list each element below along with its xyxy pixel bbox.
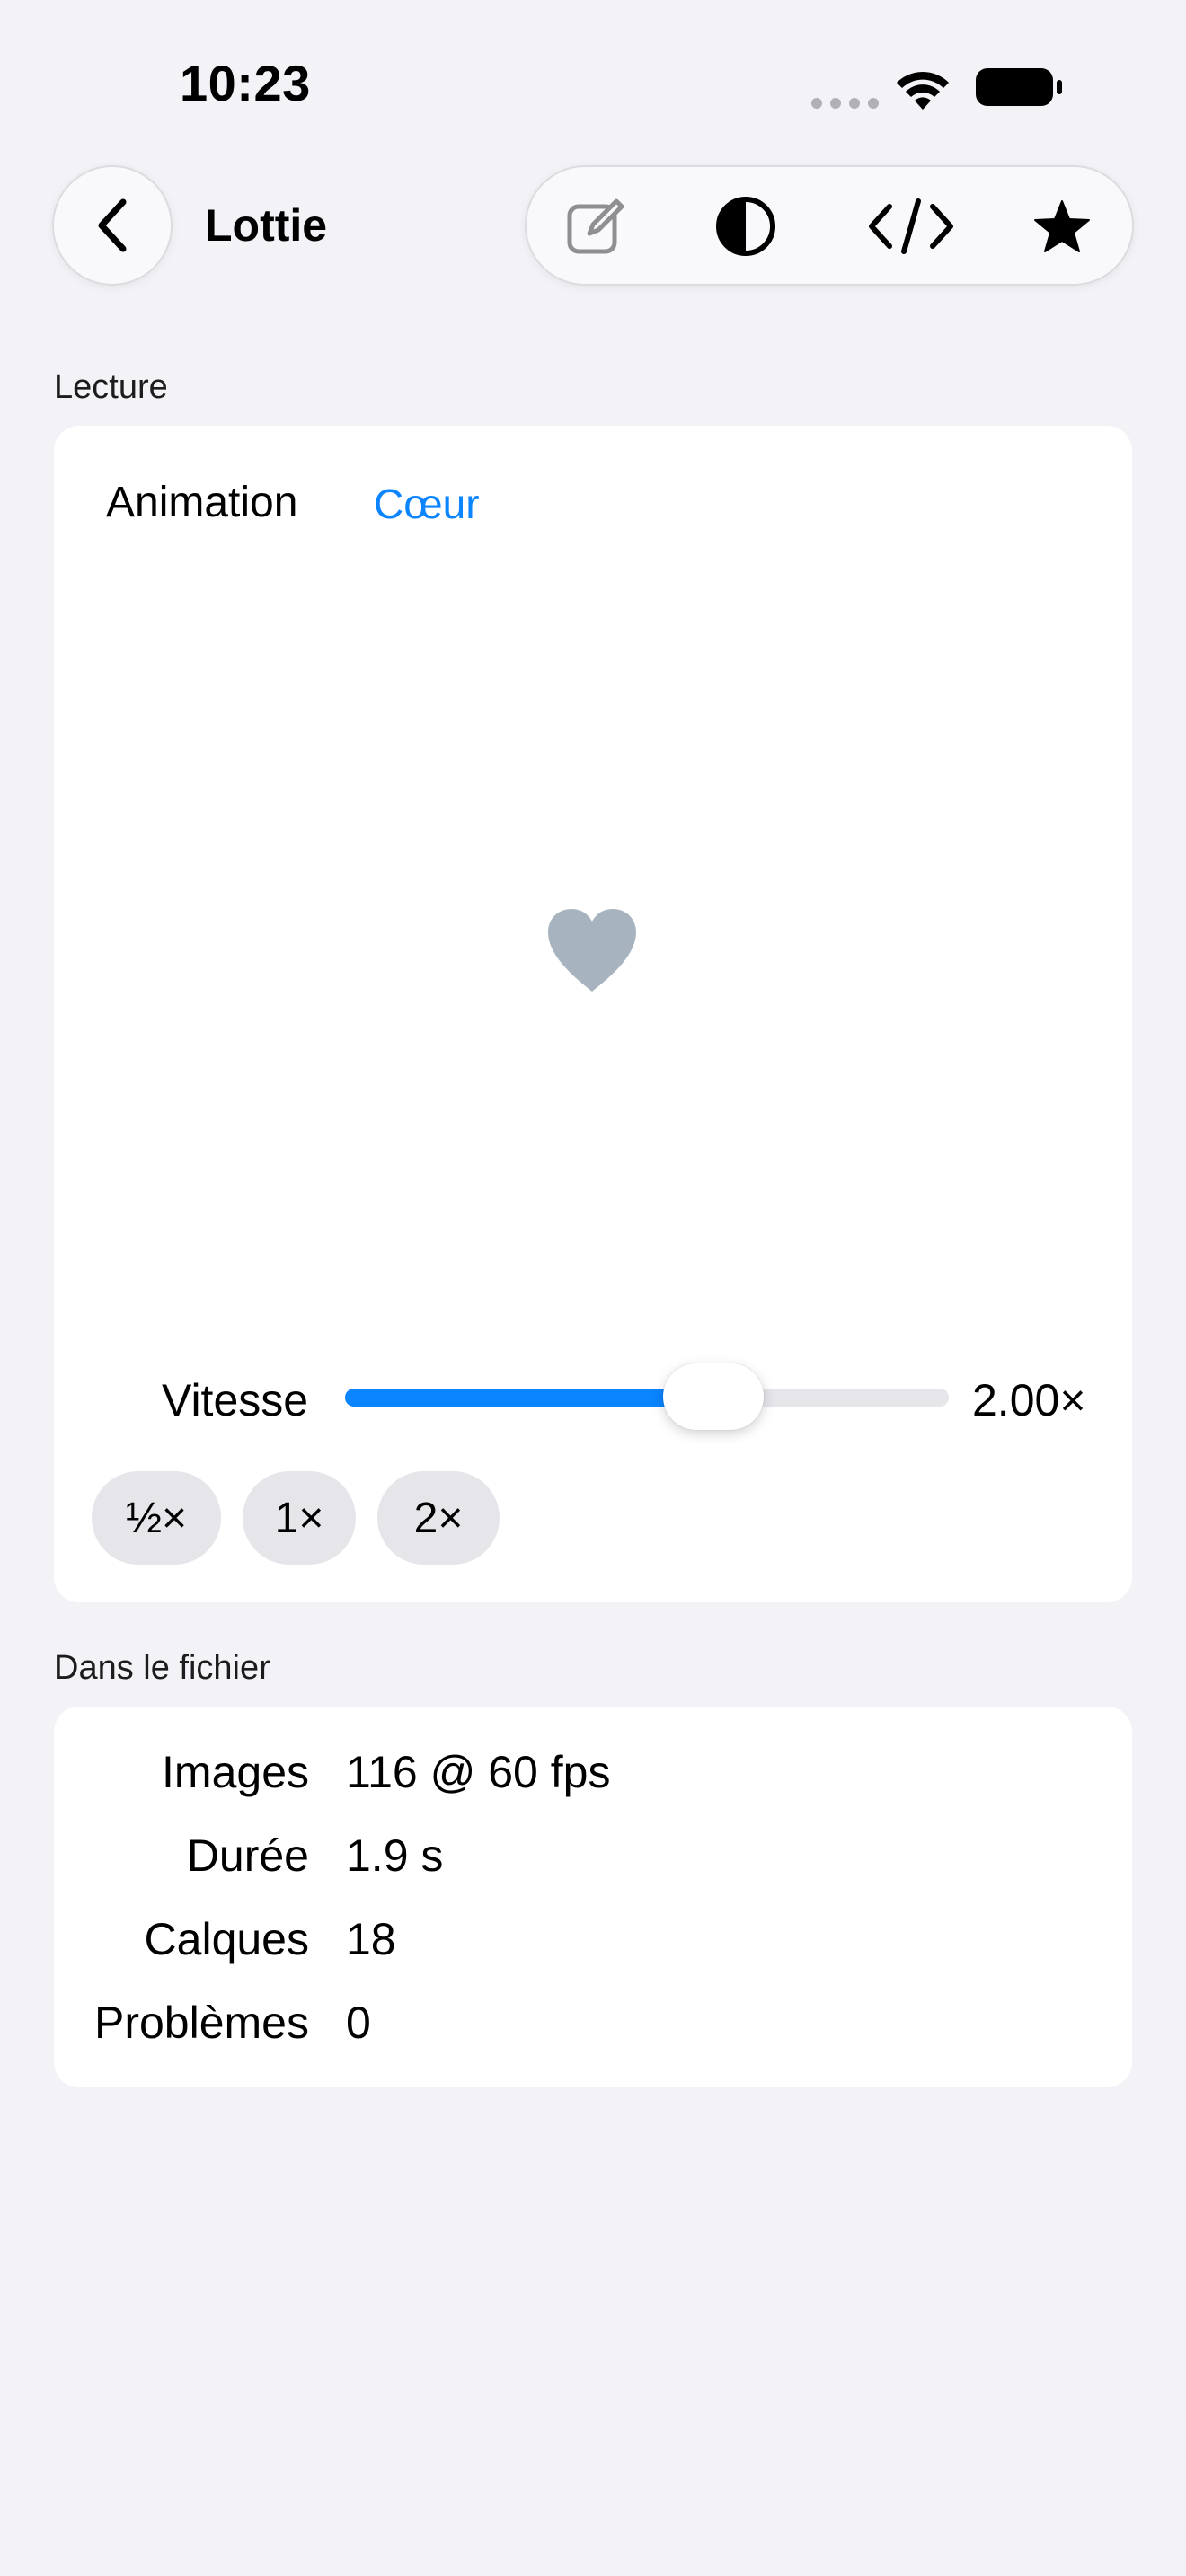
contrast-icon [716, 197, 775, 256]
section-header-file-info: Dans le fichier [54, 1649, 270, 1687]
wifi-icon [897, 71, 949, 110]
section-header-playback: Lecture [54, 368, 168, 406]
favorite-button[interactable] [1030, 194, 1094, 259]
info-label-images: Images [162, 1747, 309, 1797]
info-value-problems: 0 [346, 1998, 371, 2048]
page-title: Lottie [205, 200, 328, 251]
chevron-left-icon [98, 198, 127, 252]
speed-preset-half-button[interactable]: ½× [92, 1471, 221, 1565]
info-value-layers: 18 [346, 1914, 396, 1964]
speed-value: 2.00× [972, 1375, 1086, 1425]
back-button[interactable] [52, 165, 173, 286]
code-icon [869, 198, 953, 254]
star-icon [1034, 200, 1090, 252]
speed-slider-thumb[interactable] [662, 1363, 764, 1430]
info-label-layers: Calques [144, 1914, 309, 1964]
info-label-duration: Durée [186, 1831, 309, 1881]
toolbar [525, 165, 1134, 286]
heart-icon [548, 909, 636, 992]
info-value-duration: 1.9 s [346, 1831, 444, 1881]
speed-slider-fill [345, 1389, 713, 1407]
speed-label: Vitesse [162, 1375, 309, 1425]
battery-icon [976, 68, 1062, 106]
animation-label: Animation [106, 479, 298, 526]
contrast-button[interactable] [713, 194, 778, 259]
info-value-images: 116 @ 60 fps [346, 1747, 611, 1797]
cellular-signal-icon [811, 98, 879, 109]
animation-picker[interactable]: Cœur [374, 480, 480, 528]
compose-button[interactable] [562, 194, 627, 259]
speed-preset-2x-button[interactable]: 2× [377, 1471, 500, 1565]
status-time: 10:23 [180, 55, 311, 111]
speed-preset-1x-button[interactable]: 1× [243, 1471, 356, 1565]
info-label-problems: Problèmes [94, 1998, 309, 2048]
code-button[interactable] [866, 194, 956, 259]
compose-icon [567, 198, 624, 254]
